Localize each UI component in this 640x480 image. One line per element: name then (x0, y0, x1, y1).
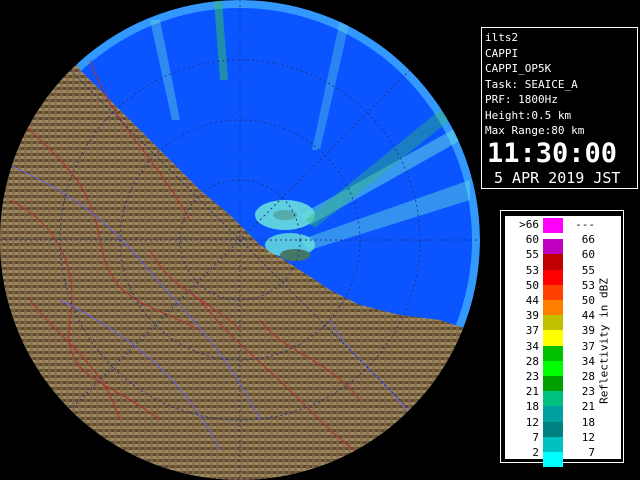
legend-lower-bound: 18 (525, 400, 539, 414)
legend-row: 27 (505, 446, 605, 468)
legend-upper-bound: 23 (581, 385, 595, 399)
legend-upper-bound: 21 (581, 400, 595, 414)
legend-row: 18 21 (505, 400, 605, 422)
legend-row: 53 55 (505, 263, 605, 285)
legend-upper-bound: 18 (581, 415, 595, 429)
legend-lower-bound: 55 (525, 248, 539, 262)
height-value: Height:0.5 km (485, 108, 572, 122)
legend-lower-bound: 21 (525, 385, 539, 399)
prf-value: PRF: 1800Hz (485, 93, 558, 106)
legend-lower-bound: 53 (525, 263, 539, 277)
legend-row: 28 34 (505, 354, 605, 376)
legend-row: 21 23 (505, 385, 605, 407)
legend-upper-bound: 28 (581, 370, 595, 383)
legend-lower-bound: 50 (525, 278, 539, 292)
legend-row: 12 18 (505, 415, 605, 437)
legend-upper-bound: --- (575, 218, 595, 231)
legend-upper-bound: 66 (581, 233, 595, 247)
product-type: CAPPI (485, 46, 519, 60)
legend-lower-bound: >66 (519, 218, 539, 231)
legend-upper-bound: 50 (581, 294, 595, 307)
scan-time: 11:30:00 (487, 137, 618, 169)
legend-row: 23 28 (505, 370, 605, 392)
legend-body: Reflectivity in dBZ >66 --- 60 66 55 60 53 55 50… (505, 216, 621, 468)
legend-lower-bound: 34 (525, 339, 539, 353)
legend-row: 34 37 (505, 339, 605, 361)
legend-row: 7 12 (505, 430, 605, 452)
legend-lower-bound: 7 (532, 430, 539, 444)
legend-lower-bound: 39 (525, 309, 539, 323)
legend-row: 37 39 (505, 324, 605, 346)
legend-upper-bound: 53 (581, 278, 595, 292)
legend-row: >66 --- (505, 218, 605, 235)
legend-row: 39 44 (505, 309, 605, 331)
legend-upper-bound: 7 (588, 446, 595, 459)
legend-row: 44 50 (505, 294, 605, 316)
legend-upper-bound: 44 (581, 309, 595, 323)
legend-upper-bound: 60 (581, 248, 595, 262)
max-range-value: Max Range:80 km (485, 124, 585, 137)
legend-upper-bound: 12 (581, 430, 595, 444)
legend-lower-bound: 28 (525, 354, 539, 368)
legend-row: 50 53 (505, 278, 605, 300)
legend-lower-bound: 2 (532, 446, 539, 459)
task-name: Task: SEAICE_A (485, 77, 578, 91)
legend-upper-bound: 39 (581, 324, 595, 338)
legend-upper-bound: 55 (581, 263, 595, 277)
legend-lower-bound: 23 (525, 370, 539, 383)
legend-upper-bound: 34 (581, 354, 595, 368)
legend-lower-bound: 37 (525, 324, 539, 338)
legend-lower-bound: 60 (525, 233, 539, 247)
legend-row: 60 66 (505, 233, 605, 255)
legend-color-swatch (543, 218, 563, 234)
legend-color-swatch (543, 452, 563, 468)
legend-row: 55 60 (505, 248, 605, 270)
radar-name: ilts2 (485, 31, 519, 44)
legend-lower-bound: 12 (525, 415, 539, 429)
scan-info-panel: ilts2 CAPPI CAPPI_OP5K Task: SEAICE_A PR… (481, 27, 638, 189)
scan-date: 5 APR 2019 JST (494, 168, 621, 187)
legend-lower-bound: 44 (525, 294, 539, 307)
legend-upper-bound: 37 (581, 339, 595, 353)
reflectivity-legend: Reflectivity in dBZ >66 --- 60 66 55 60 53 55 50… (500, 210, 624, 468)
product-name: CAPPI_OP5K (485, 62, 552, 75)
